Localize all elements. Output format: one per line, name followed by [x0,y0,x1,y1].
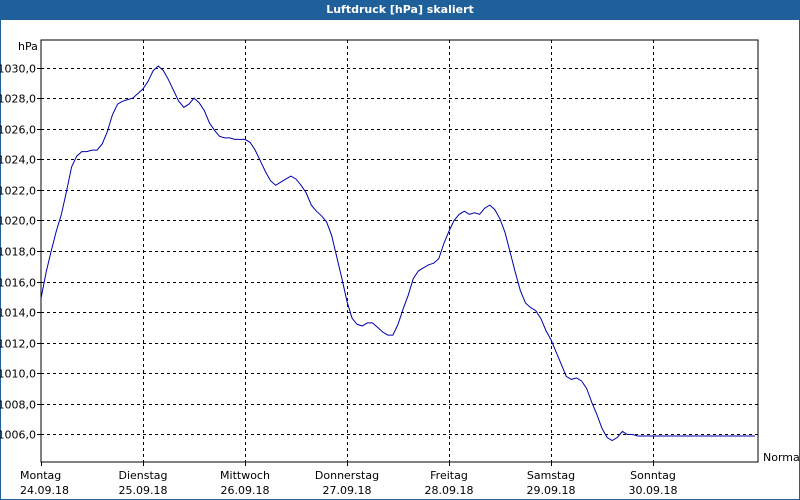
x-tick-label-date: 25.09.18 [119,484,168,497]
y-axis-unit-label: hPa [18,40,38,53]
y-tick-label: 1018,0 [0,246,36,259]
x-tick-label-day: Freitag [430,469,468,482]
x-tick-label-date: 30.09.18 [629,484,678,497]
y-tick-label: 1016,0 [0,277,36,290]
x-tick-label-day: Montag [20,469,61,482]
x-tick-label-date: 29.09.18 [527,484,576,497]
x-tick-label-date: 28.09.18 [425,484,474,497]
y-tick-label: 1006,0 [0,429,36,442]
pressure-series-line [40,65,755,442]
x-tick-label-day: Dienstag [118,469,167,482]
x-tick-label-day: Mittwoch [220,469,270,482]
x-tick-label-date: 26.09.18 [221,484,270,497]
x-tick-label-day: Sonntag [630,469,676,482]
pressure-chart: hPa Normal 1030,0 1028,0 1026,0 1024,0 1022,… [0,39,800,497]
x-tick-label-day: Donnerstag [315,469,379,482]
x-tick-label-day: Samstag [527,469,575,482]
plot-area [40,39,759,463]
x-tick-label-date: 24.09.18 [20,484,69,497]
y-tick-label: 1030,0 [0,63,36,76]
y-tick-label: 1024,0 [0,154,36,167]
y-tick-label: 1026,0 [0,124,36,137]
y-tick-label: 1012,0 [0,338,36,351]
y-tick-label: 1020,0 [0,215,36,228]
y-tick-label: 1010,0 [0,368,36,381]
y-tick-label: 1028,0 [0,93,36,106]
y-tick-label: 1022,0 [0,185,36,198]
x-tick-label-date: 27.09.18 [323,484,372,497]
y-tick-label: 1014,0 [0,307,36,320]
x-axis-end-label: Normal [763,451,800,464]
y-tick-label: 1008,0 [0,399,36,412]
